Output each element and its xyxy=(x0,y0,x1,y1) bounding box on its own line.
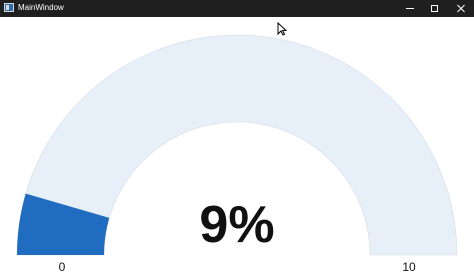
minimize-icon xyxy=(405,8,414,9)
maximize-button[interactable] xyxy=(421,0,448,17)
mouse-cursor-icon xyxy=(277,22,287,36)
app-window-icon xyxy=(4,3,14,12)
gauge-min-label: 0 xyxy=(58,260,66,274)
maximize-icon xyxy=(431,5,438,12)
gauge-value-label: 9% xyxy=(199,196,275,254)
window-title: MainWindow xyxy=(18,3,64,12)
title-bar: MainWindow xyxy=(0,0,474,17)
close-icon xyxy=(456,4,466,14)
close-button[interactable] xyxy=(447,0,474,17)
gauge-max-label: 10 xyxy=(402,260,416,274)
minimize-button[interactable] xyxy=(396,0,423,17)
